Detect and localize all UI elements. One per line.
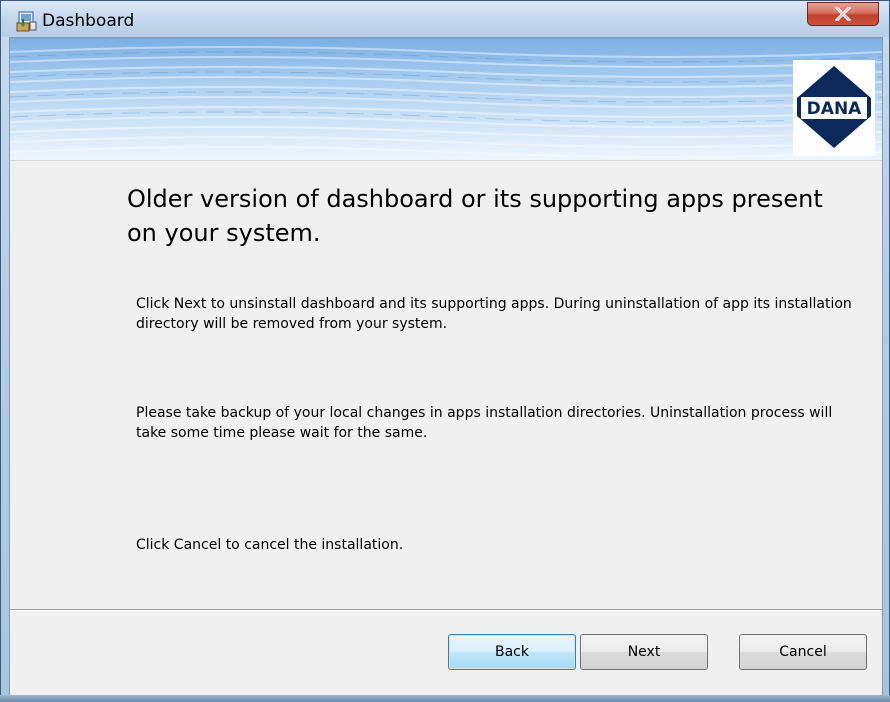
installer-window: Dashboard DANA Older version of dashboar… bbox=[0, 0, 890, 702]
header-banner: DANA bbox=[10, 38, 882, 160]
instruction-paragraph-cancel: Click Cancel to cancel the installation. bbox=[136, 537, 404, 553]
installer-icon bbox=[16, 10, 38, 32]
page-heading: Older version of dashboard or its suppor… bbox=[127, 185, 823, 247]
dana-logo: DANA bbox=[793, 60, 875, 156]
title-bar[interactable]: Dashboard bbox=[1, 1, 889, 37]
next-button[interactable]: Next bbox=[580, 634, 708, 670]
instruction-paragraph-next: Click Next to unsinstall dashboard and i… bbox=[136, 296, 852, 332]
dialog-client-area: DANA Older version of dashboard or its s… bbox=[9, 37, 883, 696]
taskbar-edge bbox=[0, 695, 890, 702]
banner-divider bbox=[10, 160, 882, 161]
back-button[interactable]: Back bbox=[448, 634, 576, 670]
window-title: Dashboard bbox=[42, 11, 135, 31]
dana-logo-text: DANA bbox=[807, 99, 862, 119]
cancel-button[interactable]: Cancel bbox=[739, 634, 867, 670]
close-icon bbox=[835, 7, 851, 21]
instruction-paragraph-backup: Please take backup of your local changes… bbox=[136, 405, 833, 441]
banner-wave-pattern bbox=[10, 46, 882, 158]
footer-separator bbox=[10, 609, 882, 611]
close-button[interactable] bbox=[807, 2, 879, 26]
